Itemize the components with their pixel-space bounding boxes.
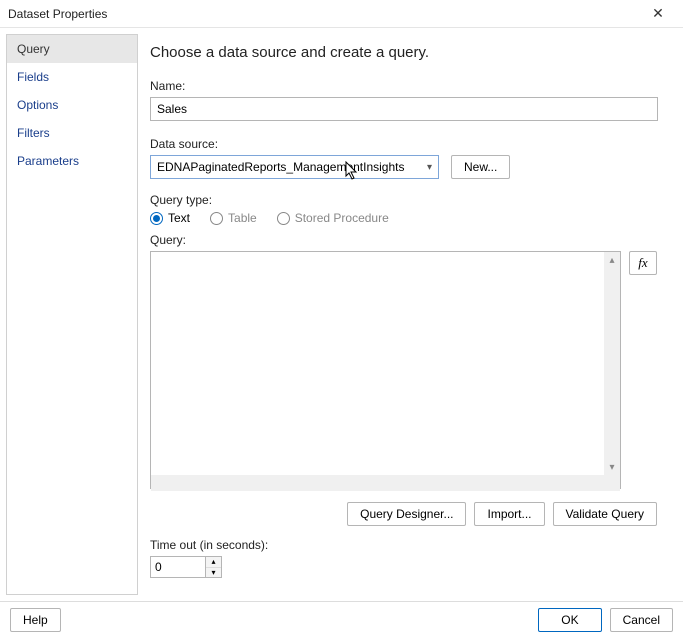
new-datasource-button[interactable]: New... — [451, 155, 510, 179]
radio-icon — [277, 212, 290, 225]
dialog-footer: Help OK Cancel — [0, 601, 683, 637]
dialog-body: Query Fields Options Filters Parameters … — [0, 28, 683, 601]
datasource-selected-text: EDNAPaginatedReports_ManagementInsights — [157, 160, 425, 174]
radio-icon — [210, 212, 223, 225]
scroll-down-icon[interactable]: ▾ — [604, 459, 620, 475]
query-textarea[interactable] — [150, 251, 621, 489]
name-label: Name: — [150, 79, 669, 93]
scrollbar-horizontal[interactable] — [151, 475, 620, 491]
query-label: Query: — [150, 233, 669, 247]
querytype-table-radio[interactable]: Table — [210, 211, 257, 225]
querytype-text-radio[interactable]: Text — [150, 211, 190, 225]
page-heading: Choose a data source and create a query. — [150, 44, 669, 61]
expression-button[interactable]: fx — [629, 251, 657, 275]
chevron-down-icon: ▾ — [425, 162, 434, 173]
fx-icon: fx — [638, 255, 647, 271]
timeout-spinner: ▴ ▾ — [150, 556, 669, 578]
close-icon[interactable]: ✕ — [641, 5, 675, 22]
datasource-label: Data source: — [150, 137, 669, 151]
query-designer-button[interactable]: Query Designer... — [347, 502, 466, 526]
sidebar-item-options[interactable]: Options — [7, 91, 137, 119]
timeout-label: Time out (in seconds): — [150, 538, 669, 552]
sidebar-item-query[interactable]: Query — [7, 35, 137, 63]
window-title: Dataset Properties — [8, 7, 641, 21]
category-sidebar: Query Fields Options Filters Parameters — [6, 34, 138, 595]
radio-label: Table — [228, 211, 257, 225]
sidebar-label: Filters — [17, 126, 50, 140]
sidebar-label: Fields — [17, 70, 49, 84]
sidebar-item-filters[interactable]: Filters — [7, 119, 137, 147]
main-panel: Choose a data source and create a query.… — [142, 28, 683, 601]
spinner-up-icon[interactable]: ▴ — [206, 557, 221, 568]
help-button[interactable]: Help — [10, 608, 61, 632]
radio-icon — [150, 212, 163, 225]
sidebar-label: Query — [17, 42, 50, 56]
name-input[interactable] — [150, 97, 658, 121]
scrollbar-corner — [604, 475, 620, 491]
import-button[interactable]: Import... — [474, 502, 544, 526]
spinner-down-icon[interactable]: ▾ — [206, 568, 221, 578]
radio-label: Text — [168, 211, 190, 225]
validate-query-button[interactable]: Validate Query — [553, 502, 658, 526]
title-bar: Dataset Properties ✕ — [0, 0, 683, 28]
scroll-up-icon[interactable]: ▴ — [604, 252, 620, 268]
scrollbar-vertical[interactable]: ▴ ▾ — [604, 252, 620, 475]
radio-label: Stored Procedure — [295, 211, 389, 225]
sidebar-item-fields[interactable]: Fields — [7, 63, 137, 91]
datasource-combo[interactable]: EDNAPaginatedReports_ManagementInsights … — [150, 155, 439, 179]
querytype-sp-radio[interactable]: Stored Procedure — [277, 211, 389, 225]
sidebar-item-parameters[interactable]: Parameters — [7, 147, 137, 175]
timeout-input[interactable] — [150, 556, 206, 578]
querytype-group: Text Table Stored Procedure — [150, 211, 669, 225]
querytype-label: Query type: — [150, 193, 669, 207]
ok-button[interactable]: OK — [538, 608, 601, 632]
cancel-button[interactable]: Cancel — [610, 608, 673, 632]
query-editor-wrap: ▴ ▾ — [150, 251, 621, 492]
sidebar-label: Options — [17, 98, 58, 112]
sidebar-label: Parameters — [17, 154, 79, 168]
